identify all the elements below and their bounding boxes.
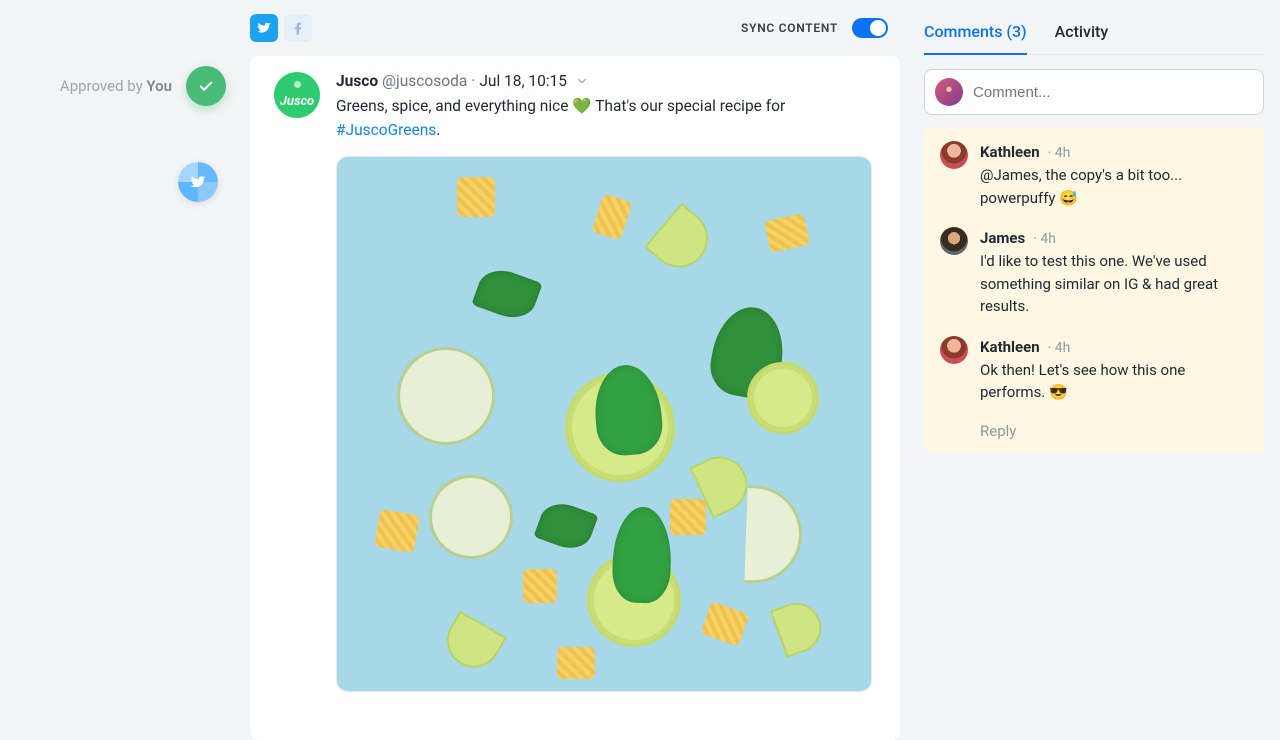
comment-item: Kathleen 4h Ok then! Let's see how this … xyxy=(940,336,1248,404)
approved-check-icon xyxy=(186,66,226,106)
tab-comments[interactable]: Comments (3) xyxy=(924,12,1027,55)
post-hashtag[interactable]: #JuscoGreens xyxy=(336,121,436,139)
comment-input-wrapper[interactable] xyxy=(924,69,1264,115)
platform-twitter-tab[interactable] xyxy=(250,14,278,42)
post-author: Jusco xyxy=(336,72,378,90)
brand-avatar: Jusco xyxy=(274,72,320,118)
sync-content-toggle[interactable] xyxy=(852,18,888,38)
comment-author: James xyxy=(980,227,1025,250)
tab-activity[interactable]: Activity xyxy=(1055,12,1109,54)
comment-time: 4h xyxy=(1048,143,1071,164)
comment-item: James 4h I'd like to test this one. We'v… xyxy=(940,227,1248,318)
post-handle: @juscosoda xyxy=(382,72,467,90)
comment-author: Kathleen xyxy=(980,336,1040,359)
comment-time: 4h xyxy=(1048,338,1071,359)
avatar xyxy=(940,227,968,255)
approved-by-label: Approved by You xyxy=(60,77,172,95)
reply-button[interactable]: Reply xyxy=(980,422,1248,440)
current-user-avatar xyxy=(935,78,963,106)
avatar xyxy=(940,141,968,169)
comment-author: Kathleen xyxy=(980,141,1040,164)
platform-facebook-tab[interactable] xyxy=(284,14,312,42)
comment-text: Ok then! Let's see how this one performs… xyxy=(980,359,1248,404)
chevron-down-icon[interactable] xyxy=(575,74,589,88)
comment-item: Kathleen 4h @James, the copy's a bit too… xyxy=(940,141,1248,209)
comment-thread: Kathleen 4h @James, the copy's a bit too… xyxy=(924,127,1264,454)
post-date: Jul 18, 10:15 xyxy=(479,72,567,90)
avatar xyxy=(940,336,968,364)
post-image xyxy=(336,156,872,692)
sync-content-label: SYNC CONTENT xyxy=(741,21,838,35)
comment-input[interactable] xyxy=(973,84,1253,101)
post-text: Greens, spice, and everything nice 💚 Tha… xyxy=(336,94,876,142)
comment-time: 4h xyxy=(1033,229,1056,250)
comment-text: I'd like to test this one. We've used so… xyxy=(980,250,1248,318)
approval-status: Approved by You xyxy=(60,66,226,106)
heart-icon: 💚 xyxy=(572,94,591,118)
post-header: Jusco @juscosoda · Jul 18, 10:15 xyxy=(336,72,876,90)
post-preview-card: Jusco Jusco @juscosoda · Jul 18, 10:15 G… xyxy=(250,56,900,740)
platform-twitter-rail-icon[interactable] xyxy=(178,162,218,202)
comment-text: @James, the copy's a bit too... powerpuf… xyxy=(980,164,1248,209)
